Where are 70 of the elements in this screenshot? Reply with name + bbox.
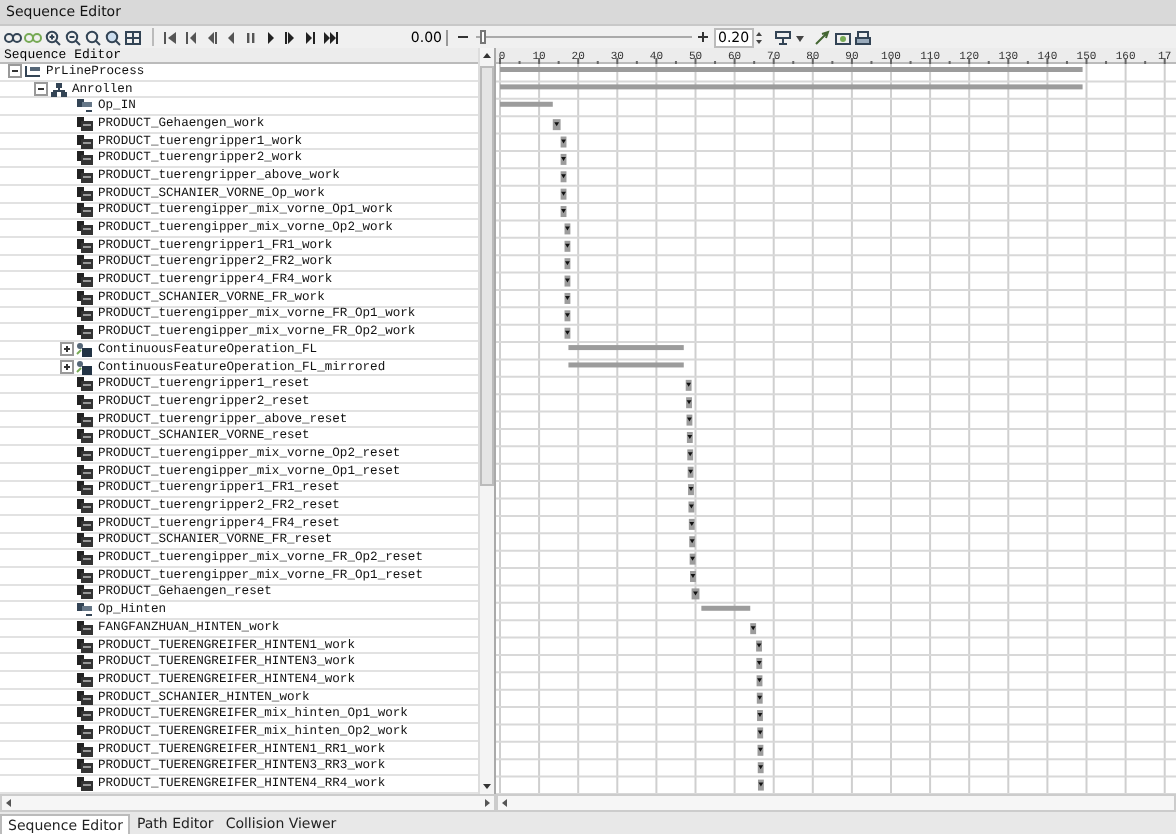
product-icon <box>76 637 94 654</box>
feature-icon <box>76 359 94 376</box>
scroll-down-icon[interactable] <box>480 778 494 794</box>
search-icon[interactable] <box>84 29 102 45</box>
product-icon <box>76 376 94 393</box>
feature-icon <box>76 341 94 358</box>
product-icon <box>76 671 94 688</box>
jump-end-icon[interactable] <box>322 29 340 45</box>
product-icon <box>76 167 94 184</box>
product-icon <box>76 237 94 254</box>
process-icon <box>24 63 42 80</box>
printer-icon[interactable] <box>853 29 872 45</box>
step-forward-icon[interactable] <box>282 29 300 45</box>
zoom-slider[interactable] <box>476 30 692 44</box>
horizontal-scrollbar[interactable] <box>496 794 1176 812</box>
operation-icon <box>76 98 94 115</box>
product-icon <box>76 689 94 706</box>
expand-icon[interactable] <box>60 360 74 375</box>
product-icon <box>76 254 94 271</box>
product-icon <box>76 445 94 462</box>
product-icon <box>76 758 94 775</box>
collapse-icon[interactable] <box>8 64 22 79</box>
plus-icon[interactable] <box>696 30 710 44</box>
link-icon[interactable] <box>4 29 22 45</box>
product-icon <box>76 654 94 671</box>
expand-icon[interactable] <box>60 342 74 357</box>
minus-icon[interactable] <box>456 30 470 44</box>
product-icon <box>76 480 94 497</box>
product-icon <box>76 133 94 150</box>
hierarchy-icon <box>50 81 68 98</box>
vertical-scrollbar[interactable] <box>478 48 494 794</box>
product-icon <box>76 550 94 567</box>
slider-thumb[interactable] <box>480 30 487 44</box>
product-icon <box>76 428 94 445</box>
camera-icon[interactable] <box>833 29 852 45</box>
product-icon <box>76 272 94 289</box>
product-icon <box>76 289 94 306</box>
product-icon <box>76 723 94 740</box>
product-icon <box>76 393 94 410</box>
product-icon <box>76 532 94 549</box>
product-icon <box>76 741 94 758</box>
product-icon <box>76 150 94 167</box>
zoom-out-icon[interactable] <box>64 29 82 45</box>
step-back-icon[interactable] <box>182 29 200 45</box>
product-icon <box>76 185 94 202</box>
product-icon <box>76 220 94 237</box>
zoom-fit-icon[interactable] <box>104 29 122 45</box>
product-icon <box>76 776 94 793</box>
product-icon <box>76 306 94 323</box>
grid-icon[interactable] <box>124 29 142 45</box>
collapse-icon[interactable] <box>34 82 48 97</box>
product-icon <box>76 463 94 480</box>
horizontal-scrollbar[interactable] <box>0 794 496 812</box>
wand-icon[interactable] <box>813 29 832 45</box>
product-icon <box>76 584 94 601</box>
monitor-icon[interactable] <box>773 29 792 45</box>
pause-icon[interactable] <box>242 29 260 45</box>
product-icon <box>76 567 94 584</box>
jump-start-icon[interactable] <box>162 29 180 45</box>
product-icon <box>76 202 94 219</box>
product-icon <box>76 515 94 532</box>
product-icon <box>76 619 94 636</box>
zoom-in-icon[interactable] <box>44 29 62 45</box>
product-icon <box>76 411 94 428</box>
step-forward-icon[interactable] <box>302 29 320 45</box>
product-icon <box>76 324 94 341</box>
product-icon <box>76 115 94 132</box>
product-icon <box>76 706 94 723</box>
product-icon <box>76 498 94 515</box>
operation-icon <box>76 602 94 619</box>
